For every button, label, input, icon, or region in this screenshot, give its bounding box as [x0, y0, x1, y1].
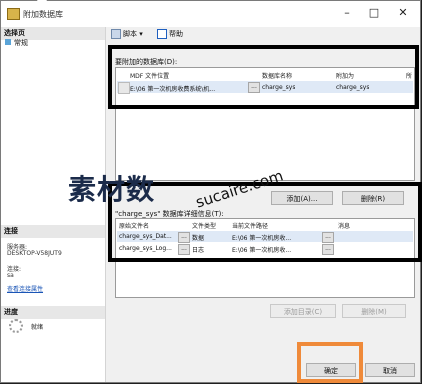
status-text: 就绪 [31, 324, 44, 331]
watermark-logo: 素材数 [68, 173, 156, 206]
title-bar: 附加数据库 – □ ✕ [1, 1, 420, 27]
script-icon [111, 29, 121, 39]
highlight-box [108, 182, 422, 262]
server-value: DESKTOP-V58JUT9 [7, 250, 62, 257]
page-icon [5, 39, 11, 45]
database-icon [7, 8, 20, 20]
maximize-button[interactable]: □ [362, 5, 386, 21]
mouse-cursor-icon [37, 0, 47, 9]
ok-highlight-box [297, 342, 363, 383]
window-title: 附加数据库 [23, 10, 63, 19]
add-catalog-button[interactable]: 添加目录(C) [270, 304, 336, 318]
cancel-button[interactable]: 取消 [365, 363, 415, 377]
help-button[interactable]: 帮助 [157, 29, 183, 39]
remove-catalog-button[interactable]: 删除(M) [342, 304, 406, 318]
help-icon [157, 29, 167, 39]
connection-header: 连接 [1, 225, 105, 238]
view-connection-properties-link[interactable]: 查看连接属性 [7, 284, 43, 293]
close-button[interactable]: ✕ [391, 5, 415, 21]
highlight-box [108, 45, 419, 109]
progress-header: 进度 [1, 306, 105, 319]
script-button[interactable]: 脚本 ▾ [111, 29, 143, 39]
script-label: 脚本 [123, 30, 137, 38]
help-label: 帮助 [169, 30, 183, 38]
nav-item-label: 常规 [14, 39, 28, 47]
connection-value: sa [7, 272, 14, 279]
progress-spinner-icon [9, 319, 23, 333]
nav-item-general[interactable]: 常规 [5, 38, 28, 48]
minimize-button[interactable]: – [335, 5, 359, 21]
